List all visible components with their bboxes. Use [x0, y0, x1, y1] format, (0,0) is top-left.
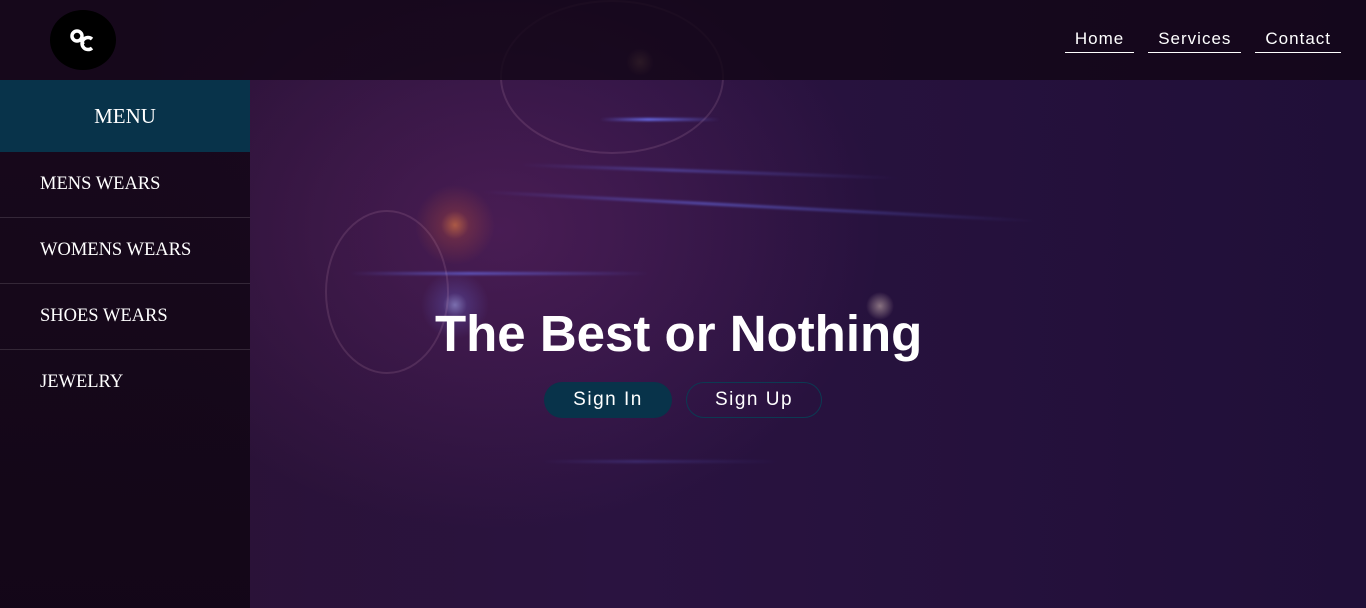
menu-title: MENU — [0, 80, 250, 152]
sidebar-item-mens-wears[interactable]: MENS WEARS — [0, 152, 250, 218]
sidebar-menu: MENU MENS WEARS WOMENS WEARS SHOES WEARS… — [0, 80, 250, 608]
hero-section: The Best or Nothing Sign In Sign Up — [250, 80, 1366, 608]
nav-services-link[interactable]: Services — [1148, 29, 1242, 53]
sidebar-item-jewelry[interactable]: JEWELRY — [0, 350, 250, 415]
nav-home-link[interactable]: Home — [1064, 29, 1135, 53]
sign-in-button[interactable]: Sign In — [544, 382, 672, 418]
page: Home Services Contact MENU MENS WEARS WO… — [0, 0, 1366, 608]
hero-title: The Best or Nothing — [435, 305, 923, 362]
sidebar-item-womens-wears[interactable]: WOMENS WEARS — [0, 218, 250, 284]
top-navbar: Home Services Contact — [0, 0, 1366, 80]
main-nav: Home Services Contact — [1064, 29, 1341, 53]
sidebar-item-shoes-wears[interactable]: SHOES WEARS — [0, 284, 250, 350]
logo[interactable] — [50, 10, 116, 70]
sign-up-button[interactable]: Sign Up — [686, 382, 822, 418]
nav-contact-link[interactable]: Contact — [1255, 29, 1341, 53]
oc-monogram-logo-icon — [70, 29, 94, 52]
